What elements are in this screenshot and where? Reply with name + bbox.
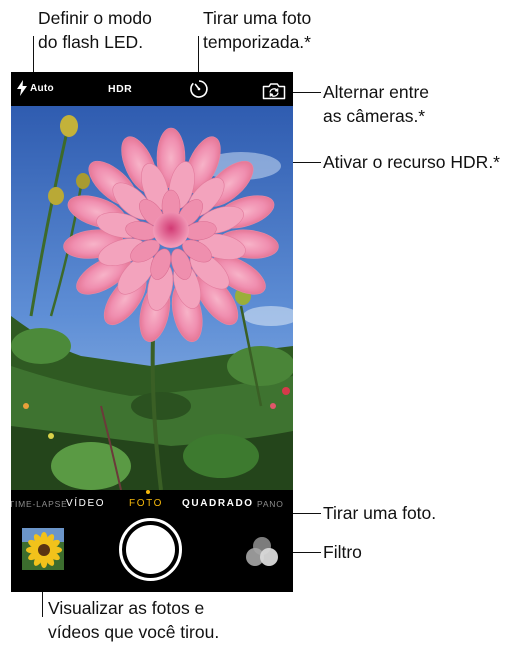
timer-callout-line-2: temporizada.* xyxy=(203,32,311,52)
timer-callout-line-1: Tirar uma foto xyxy=(203,8,312,28)
filter-callout-line-1: Filtro xyxy=(323,542,362,562)
mode-video[interactable]: VÍDEO xyxy=(66,498,105,509)
flash-callout-line-2: do flash LED. xyxy=(38,32,144,52)
camera-mode-selector: TIME-LAPSE VÍDEO FOTO QUADRADO PANO xyxy=(11,490,293,514)
selected-mode-indicator xyxy=(146,490,150,494)
view-photos-callout-line-1: Visualizar as fotos e xyxy=(48,598,205,618)
sunflower-thumbnail-image xyxy=(22,528,64,570)
hdr-callout-line-1: Ativar o recurso HDR.* xyxy=(323,152,500,172)
camera-flip-icon[interactable] xyxy=(262,82,286,100)
camera-bottom-bar xyxy=(11,514,293,592)
timer-callout: Tirar uma foto temporizada.* xyxy=(203,6,311,54)
mode-pano[interactable]: PANO xyxy=(257,499,284,509)
lightning-bolt-icon xyxy=(17,80,27,96)
take-photo-callout-line-1: Tirar uma foto. xyxy=(323,503,437,523)
flash-control[interactable]: Auto xyxy=(17,80,54,96)
mode-square[interactable]: QUADRADO xyxy=(182,498,254,509)
shutter-button-inner xyxy=(126,525,175,574)
view-photos-callout: Visualizar as fotos e vídeos que você ti… xyxy=(48,596,219,644)
hdr-toggle[interactable]: HDR xyxy=(108,83,132,95)
filter-callout-leader xyxy=(289,552,321,553)
flash-mode-label: Auto xyxy=(30,82,54,94)
camera-screen: Auto HDR TIME-LAPSE VÍDEO FOTO QUADRADO … xyxy=(11,72,293,592)
switch-camera-callout-line-1: Alternar entre xyxy=(323,82,430,102)
view-photos-callout-line-2: vídeos que você tirou. xyxy=(48,622,220,642)
switch-camera-callout-line-2: as câmeras.* xyxy=(323,106,426,126)
flash-callout-line-1: Definir o modo xyxy=(38,8,152,28)
flash-callout: Definir o modo do flash LED. xyxy=(38,6,152,54)
hdr-callout: Ativar o recurso HDR.* xyxy=(323,150,500,174)
filter-circles-icon[interactable] xyxy=(245,536,279,568)
shutter-button[interactable] xyxy=(119,518,182,581)
mode-photo[interactable]: FOTO xyxy=(129,498,163,509)
camera-top-bar: Auto HDR xyxy=(11,72,293,106)
switch-camera-callout-leader xyxy=(289,92,321,93)
mode-timelapse[interactable]: TIME-LAPSE xyxy=(11,499,68,509)
camera-viewfinder[interactable] xyxy=(11,106,293,490)
filter-callout: Filtro xyxy=(323,540,362,564)
dahlia-flower-scene xyxy=(11,106,293,490)
last-photo-thumbnail[interactable] xyxy=(22,528,64,570)
switch-camera-callout: Alternar entre as câmeras.* xyxy=(323,80,429,128)
timer-icon[interactable] xyxy=(189,79,209,99)
take-photo-callout: Tirar uma foto. xyxy=(323,501,436,525)
